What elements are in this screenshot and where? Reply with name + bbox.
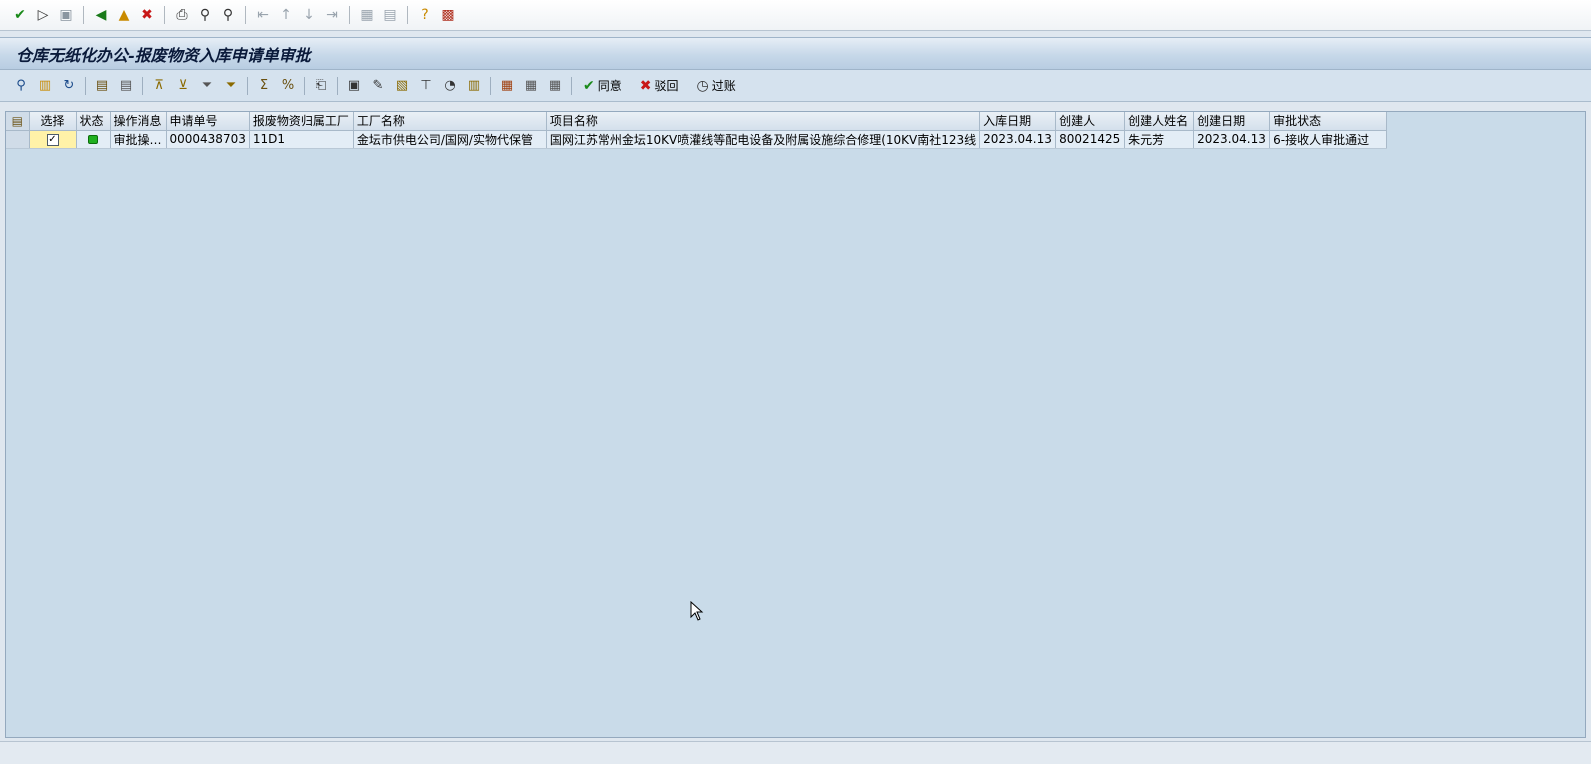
title-bar: 仓库无纸化办公-报废物资入库申请单审批 <box>0 37 1591 70</box>
system-toolbar: ✔ ▷ ▣ ◀ ▲ ✖ ⎙ ⚲ ⚲ ⇤ ↑ ↓ ⇥ ▦ ▤ ? ▩ <box>0 0 1591 31</box>
column-header-stock-date[interactable]: 入库日期 <box>979 112 1057 131</box>
post-button-label: 过账 <box>711 79 736 93</box>
status-cell <box>76 130 111 149</box>
column-header-message[interactable]: 操作消息 <box>110 112 167 131</box>
create-session-icon[interactable]: ▦ <box>357 5 377 25</box>
sort-ascending-icon[interactable]: ⊼ <box>148 76 170 96</box>
filter-icon[interactable]: ⏷ <box>196 76 218 96</box>
plant-cell[interactable]: 11D1 <box>249 130 354 149</box>
project-name-cell[interactable]: 国网江苏常州金坛10KV喷灌线等配电设备及附属设施综合修理(10KV南社123线 <box>546 130 981 149</box>
toolbar-separator <box>490 76 491 95</box>
toolbar-separator <box>337 76 338 95</box>
stock-date-cell[interactable]: 2023.04.13 <box>979 130 1057 149</box>
mouse-cursor-icon <box>690 601 704 621</box>
cross-icon: ✖ <box>639 77 652 94</box>
checkmark-icon: ✔ <box>583 77 595 94</box>
abc-analysis-icon[interactable]: ⊤ <box>415 76 437 96</box>
select-checkbox[interactable]: ✓ <box>46 133 59 146</box>
print-preview-icon[interactable]: ⎗ <box>310 76 332 96</box>
back-icon[interactable]: ◀ <box>91 5 111 25</box>
application-toolbar: ⚲ ▥ ↻ ▤ ▤ ⊼ ⊻ ⏷ ⏷ Σ % ⎗ ▣ ✎ ▧ ⊤ ◔ ▥ ▦ ▦ … <box>0 70 1591 102</box>
choose-layout-icon[interactable]: ▥ <box>34 76 56 96</box>
column-header-request-no[interactable]: 申请单号 <box>166 112 250 131</box>
approval-status-cell[interactable]: 6-接收人审批通过 <box>1269 130 1388 149</box>
page-title: 仓库无纸化办公-报废物资入库申请单审批 <box>16 45 311 65</box>
select-checkbox-cell[interactable]: ✓ <box>29 130 77 149</box>
command-field-arrow-icon[interactable]: ▷ <box>33 5 53 25</box>
layout-menu-icon[interactable]: ▩ <box>438 5 458 25</box>
shortcut-icon[interactable]: ▤ <box>380 5 400 25</box>
column-header-approval-status[interactable]: 审批状态 <box>1269 112 1388 131</box>
reject-button-label: 驳回 <box>654 79 679 93</box>
message-cell[interactable]: 审批操… <box>110 130 167 149</box>
refresh-icon[interactable]: ↻ <box>58 76 80 96</box>
clock-icon: ◷ <box>696 77 709 94</box>
column-header-created-date[interactable]: 创建日期 <box>1193 112 1271 131</box>
table-layout-icon[interactable]: ▦ <box>496 76 518 96</box>
enter-check-icon[interactable]: ✔ <box>10 5 30 25</box>
request-no-cell[interactable]: 0000438703 <box>166 130 250 149</box>
select-all-rows-corner[interactable]: ▤ <box>6 112 30 131</box>
graphic-icon[interactable]: ◔ <box>439 76 461 96</box>
save-icon[interactable]: ▣ <box>56 5 76 25</box>
status-green-light-icon <box>88 135 98 144</box>
column-header-select[interactable]: 选择 <box>29 112 77 131</box>
status-bar <box>0 741 1591 764</box>
toolbar-separator <box>304 76 305 95</box>
column-header-plant-name[interactable]: 工厂名称 <box>353 112 547 131</box>
alv-grid-container: ▤ 选择 状态 操作消息 申请单号 报废物资归属工厂 工厂名称 项目名称 入库日… <box>5 111 1586 738</box>
delete-filter-icon[interactable]: ⏷ <box>220 76 242 96</box>
layout-select-icon: ▤ <box>11 113 23 128</box>
creator-cell[interactable]: 80021425 <box>1055 130 1126 149</box>
find-next-icon[interactable]: ⚲ <box>218 5 238 25</box>
cancel-icon[interactable]: ✖ <box>137 5 157 25</box>
reject-button[interactable]: ✖ 驳回 <box>634 75 689 97</box>
previous-page-icon[interactable]: ↑ <box>276 5 296 25</box>
help-icon[interactable]: ? <box>415 5 435 25</box>
word-processing-icon[interactable]: ✎ <box>367 76 389 96</box>
created-date-cell[interactable]: 2023.04.13 <box>1193 130 1271 149</box>
toolbar-separator <box>83 6 84 24</box>
first-page-icon[interactable]: ⇤ <box>253 5 273 25</box>
last-page-icon[interactable]: ⇥ <box>322 5 342 25</box>
subtotals-icon[interactable]: % <box>277 76 299 96</box>
toolbar-separator <box>245 6 246 24</box>
toolbar-separator <box>571 76 572 95</box>
exit-icon[interactable]: ▲ <box>114 5 134 25</box>
toolbar-separator <box>85 76 86 95</box>
find-icon[interactable]: ⚲ <box>195 5 215 25</box>
sort-descending-icon[interactable]: ⊻ <box>172 76 194 96</box>
select-all-icon[interactable]: ▤ <box>91 76 113 96</box>
approve-button[interactable]: ✔ 同意 <box>577 75 632 97</box>
change-layout-icon[interactable]: ▦ <box>520 76 542 96</box>
column-header-status[interactable]: 状态 <box>76 112 111 131</box>
export-icon[interactable]: ▣ <box>343 76 365 96</box>
deselect-all-icon[interactable]: ▤ <box>115 76 137 96</box>
toolbar-separator <box>142 76 143 95</box>
details-icon[interactable]: ⚲ <box>10 76 32 96</box>
toolbar-separator <box>407 6 408 24</box>
plant-name-cell[interactable]: 金坛市供电公司/国网/实物代保管 <box>353 130 547 149</box>
print-icon[interactable]: ⎙ <box>172 5 192 25</box>
toolbar-separator <box>247 76 248 95</box>
column-header-plant[interactable]: 报废物资归属工厂 <box>249 112 354 131</box>
alv-grid: ▤ 选择 状态 操作消息 申请单号 报废物资归属工厂 工厂名称 项目名称 入库日… <box>6 112 1388 149</box>
bar-chart-icon[interactable]: ▥ <box>463 76 485 96</box>
next-page-icon[interactable]: ↓ <box>299 5 319 25</box>
approve-button-label: 同意 <box>597 79 622 93</box>
column-header-project-name[interactable]: 项目名称 <box>546 112 981 131</box>
row-selector[interactable] <box>6 130 30 149</box>
column-header-creator-name[interactable]: 创建人姓名 <box>1124 112 1195 131</box>
toolbar-separator <box>349 6 350 24</box>
grid-header-row: ▤ 选择 状态 操作消息 申请单号 报废物资归属工厂 工厂名称 项目名称 入库日… <box>6 112 1388 131</box>
table-row[interactable]: ✓ 审批操… 0000438703 11D1 金坛市供电公司/国网/实物代保管 … <box>6 130 1388 149</box>
save-layout-icon[interactable]: ▦ <box>544 76 566 96</box>
column-header-creator[interactable]: 创建人 <box>1055 112 1126 131</box>
toolbar-separator <box>164 6 165 24</box>
local-file-icon[interactable]: ▧ <box>391 76 413 96</box>
creator-name-cell[interactable]: 朱元芳 <box>1124 130 1195 149</box>
sum-icon[interactable]: Σ <box>253 76 275 96</box>
post-button[interactable]: ◷ 过账 <box>691 75 746 97</box>
